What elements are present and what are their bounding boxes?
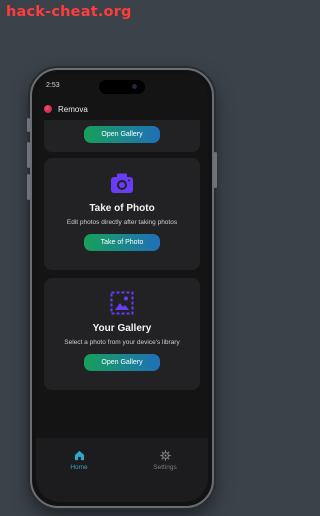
status-time: 2:53 — [46, 82, 60, 89]
card-subtitle-take-photo: Edit photos directly after taking photos — [66, 219, 178, 226]
app-title: Remova — [58, 104, 88, 114]
volume-down-button — [27, 174, 30, 200]
volume-up-button — [27, 142, 30, 168]
open-gallery-button-top[interactable]: Open Gallery — [84, 126, 160, 143]
card-title-your-gallery: Your Gallery — [92, 323, 152, 334]
nav-item-home[interactable]: Home — [49, 450, 109, 471]
card-take-photo: Take of Photo Edit photos directly after… — [44, 158, 200, 270]
home-icon — [74, 450, 84, 461]
open-gallery-button[interactable]: Open Gallery — [84, 354, 160, 371]
bottom-nav: Home Settings — [36, 438, 208, 502]
gear-icon — [159, 450, 171, 461]
app-bar: Remova — [36, 100, 208, 118]
dynamic-island — [99, 80, 145, 94]
card-subtitle-your-gallery: Select a photo from your device's librar… — [64, 339, 180, 346]
nav-item-settings[interactable]: Settings — [135, 450, 195, 471]
gallery-icon — [110, 291, 134, 315]
nav-label-settings: Settings — [153, 464, 177, 471]
phone-frame: 2:53 Remova Open Gallery Take of Photo E… — [30, 68, 214, 508]
power-button — [214, 152, 217, 188]
nav-label-home: Home — [70, 464, 88, 471]
card-your-gallery: Your Gallery Select a photo from your de… — [44, 278, 200, 390]
app-logo-icon — [44, 105, 52, 113]
app-screen: 2:53 Remova Open Gallery Take of Photo E… — [36, 74, 208, 502]
camera-lens-icon — [132, 84, 137, 89]
card-title-take-photo: Take of Photo — [89, 203, 155, 214]
silent-switch — [27, 118, 30, 132]
camera-icon — [111, 173, 133, 193]
card-open-gallery-partial: Open Gallery — [44, 120, 200, 152]
watermark-text: hack-cheat.org — [6, 4, 132, 20]
main-content[interactable]: Open Gallery Take of Photo Edit photos d… — [36, 120, 208, 438]
take-photo-button[interactable]: Take of Photo — [84, 234, 160, 251]
